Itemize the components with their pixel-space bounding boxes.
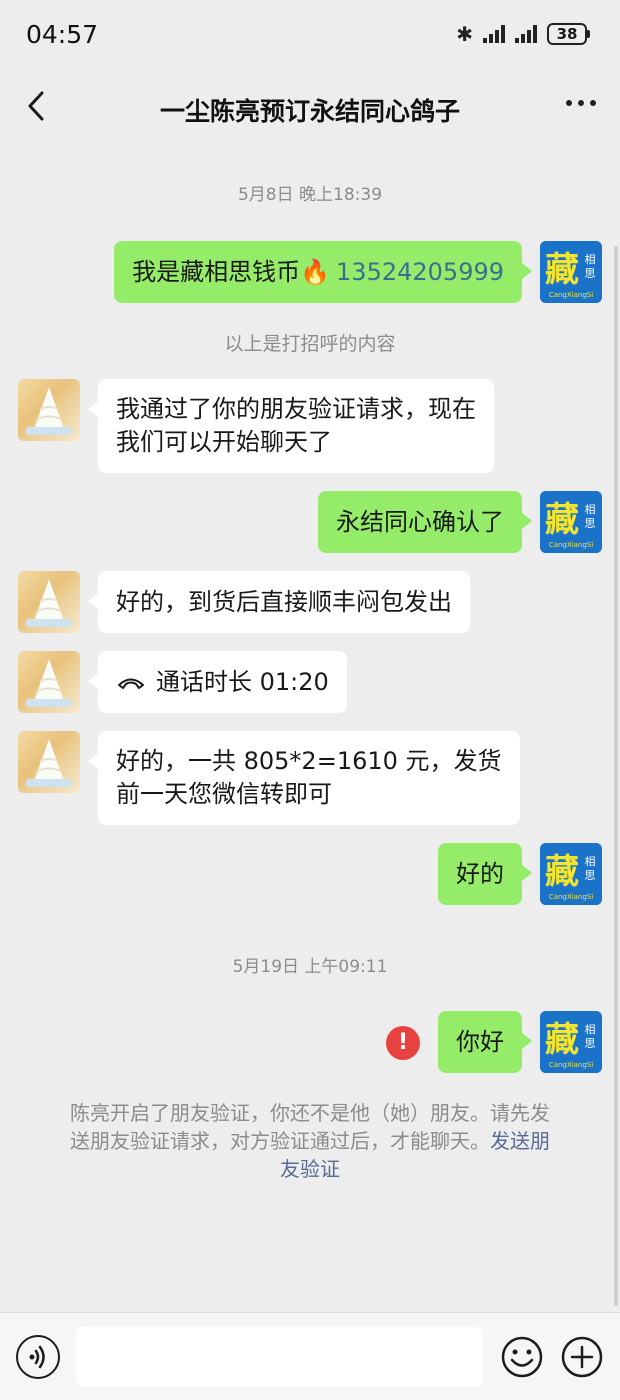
emoji-icon (501, 1336, 543, 1378)
chat-header: 一尘陈亮预订永结同心鸽子 (0, 70, 620, 146)
avatar-me[interactable]: 藏相思 CangXiangSi (540, 1011, 602, 1073)
svg-text:相: 相 (585, 253, 596, 266)
brand-logo: 藏相思 CangXiangSi (540, 241, 602, 303)
svg-text:藏: 藏 (545, 852, 579, 892)
svg-text:CangXiangSi: CangXiangSi (549, 893, 593, 901)
cake-image (26, 387, 72, 435)
more-dots-icon (566, 100, 572, 106)
svg-text:CangXiangSi: CangXiangSi (549, 541, 593, 549)
bluetooth-icon: ✱ (456, 22, 473, 46)
voice-icon (29, 1345, 45, 1369)
send-failed-icon[interactable]: ! (386, 1026, 420, 1060)
brand-logo: 藏相思 CangXiangSi (540, 1011, 602, 1073)
plus-icon (561, 1336, 603, 1378)
avatar-me[interactable]: 藏相思 CangXiangSi (540, 241, 602, 303)
signal-icon (483, 25, 505, 43)
plus-button[interactable] (560, 1335, 604, 1379)
message-bubble-other[interactable]: 好的，一共 805*2=1610 元，发货 前一天您微信转即可 (88, 731, 520, 825)
notice-line: 送朋友验证请求，对方验证通过后，才能聊天。 (70, 1129, 490, 1153)
avatar-other[interactable] (18, 731, 80, 793)
scrollbar[interactable] (614, 246, 618, 1306)
message-bubble-me[interactable]: 我是藏相思钱币🔥 13524205999 (114, 241, 532, 303)
svg-text:CangXiangSi: CangXiangSi (549, 291, 593, 299)
message-line: 前一天您微信转即可 (116, 780, 332, 808)
message-bubble-other[interactable]: 我通过了你的朋友验证请求，现在 我们可以开始聊天了 (88, 379, 494, 473)
friend-verification-notice: 陈亮开启了朋友验证，你还不是他（她）朋友。请先发 送朋友验证请求，对方验证通过后… (50, 1099, 570, 1183)
brand-logo: 藏相思 CangXiangSi (540, 843, 602, 905)
message-text: 好的，到货后直接顺丰闷包发出 (116, 587, 452, 616)
battery-level: 38 (547, 23, 587, 45)
phone-number-link[interactable]: 13524205999 (336, 256, 504, 289)
svg-text:思: 思 (585, 869, 596, 882)
message-line: 我们可以开始聊天了 (116, 428, 332, 456)
svg-text:藏: 藏 (545, 1020, 579, 1060)
brand-logo: 藏相思 CangXiangSi (540, 491, 602, 553)
message-line: 我通过了你的朋友验证请求，现在 (116, 395, 476, 423)
message-bubble-other[interactable]: 好的，到货后直接顺丰闷包发出 (88, 571, 470, 633)
svg-text:藏: 藏 (545, 500, 579, 540)
avatar-other[interactable] (18, 379, 80, 441)
avatar-other[interactable] (18, 651, 80, 713)
emoji-button[interactable] (500, 1335, 544, 1379)
call-duration: 通话时长 01:20 (156, 667, 329, 696)
chat-title: 一尘陈亮预订永结同心鸽子 (159, 97, 460, 126)
phone-hangup-icon (118, 678, 144, 689)
svg-text:思: 思 (585, 517, 596, 530)
message-text: 好的 (456, 859, 504, 888)
svg-text:CangXiangSi: CangXiangSi (549, 1061, 593, 1069)
svg-text:相: 相 (585, 1023, 596, 1036)
timestamp: 5月19日 上午09:11 (232, 957, 388, 977)
svg-text:思: 思 (585, 1037, 596, 1050)
signal-icon-2 (515, 25, 537, 43)
chevron-left-icon (28, 91, 44, 121)
svg-text:相: 相 (585, 855, 596, 868)
message-line: 好的，一共 805*2=1610 元，发货 (116, 747, 502, 775)
send-verification-link-tail[interactable]: 友验证 (50, 1155, 570, 1183)
status-time: 04:57 (26, 20, 99, 49)
svg-text:思: 思 (585, 267, 596, 280)
status-icons: ✱ 38 (456, 22, 590, 46)
back-button[interactable] (20, 88, 56, 124)
battery-icon: 38 (547, 23, 590, 45)
notice-line: 陈亮开启了朋友验证，你还不是他（她）朋友。请先发 (70, 1101, 550, 1125)
avatar-me[interactable]: 藏相思 CangXiangSi (540, 491, 602, 553)
system-note: 以上是打招呼的内容 (224, 333, 396, 355)
message-bubble-me[interactable]: 好的 (438, 843, 532, 905)
svg-text:藏: 藏 (545, 250, 579, 290)
timestamp: 5月8日 晚上18:39 (237, 185, 383, 205)
message-bubble-me[interactable]: 你好 (438, 1011, 532, 1073)
voice-button[interactable] (16, 1335, 60, 1379)
message-bubble-me[interactable]: 永结同心确认了 (318, 491, 532, 553)
message-text: 你好 (456, 1027, 504, 1056)
chat-area[interactable]: 5月8日 晚上18:39 我是藏相思钱币🔥 13524205999 藏相思 Can… (0, 146, 620, 1312)
status-bar: 04:57 ✱ 38 (0, 0, 620, 70)
send-verification-link[interactable]: 发送朋 (490, 1129, 550, 1153)
svg-text:相: 相 (585, 503, 596, 516)
message-text: 永结同心确认了 (336, 507, 504, 536)
cake-image (26, 659, 72, 707)
cake-image (26, 579, 72, 627)
more-button[interactable] (566, 100, 596, 106)
message-input[interactable] (76, 1327, 482, 1387)
message-text: 我是藏相思钱币🔥 (132, 257, 331, 286)
avatar-me[interactable]: 藏相思 CangXiangSi (540, 843, 602, 905)
cake-image (26, 739, 72, 787)
call-record-bubble[interactable]: 通话时长 01:20 (88, 651, 347, 713)
avatar-other[interactable] (18, 571, 80, 633)
input-bar (0, 1312, 620, 1400)
